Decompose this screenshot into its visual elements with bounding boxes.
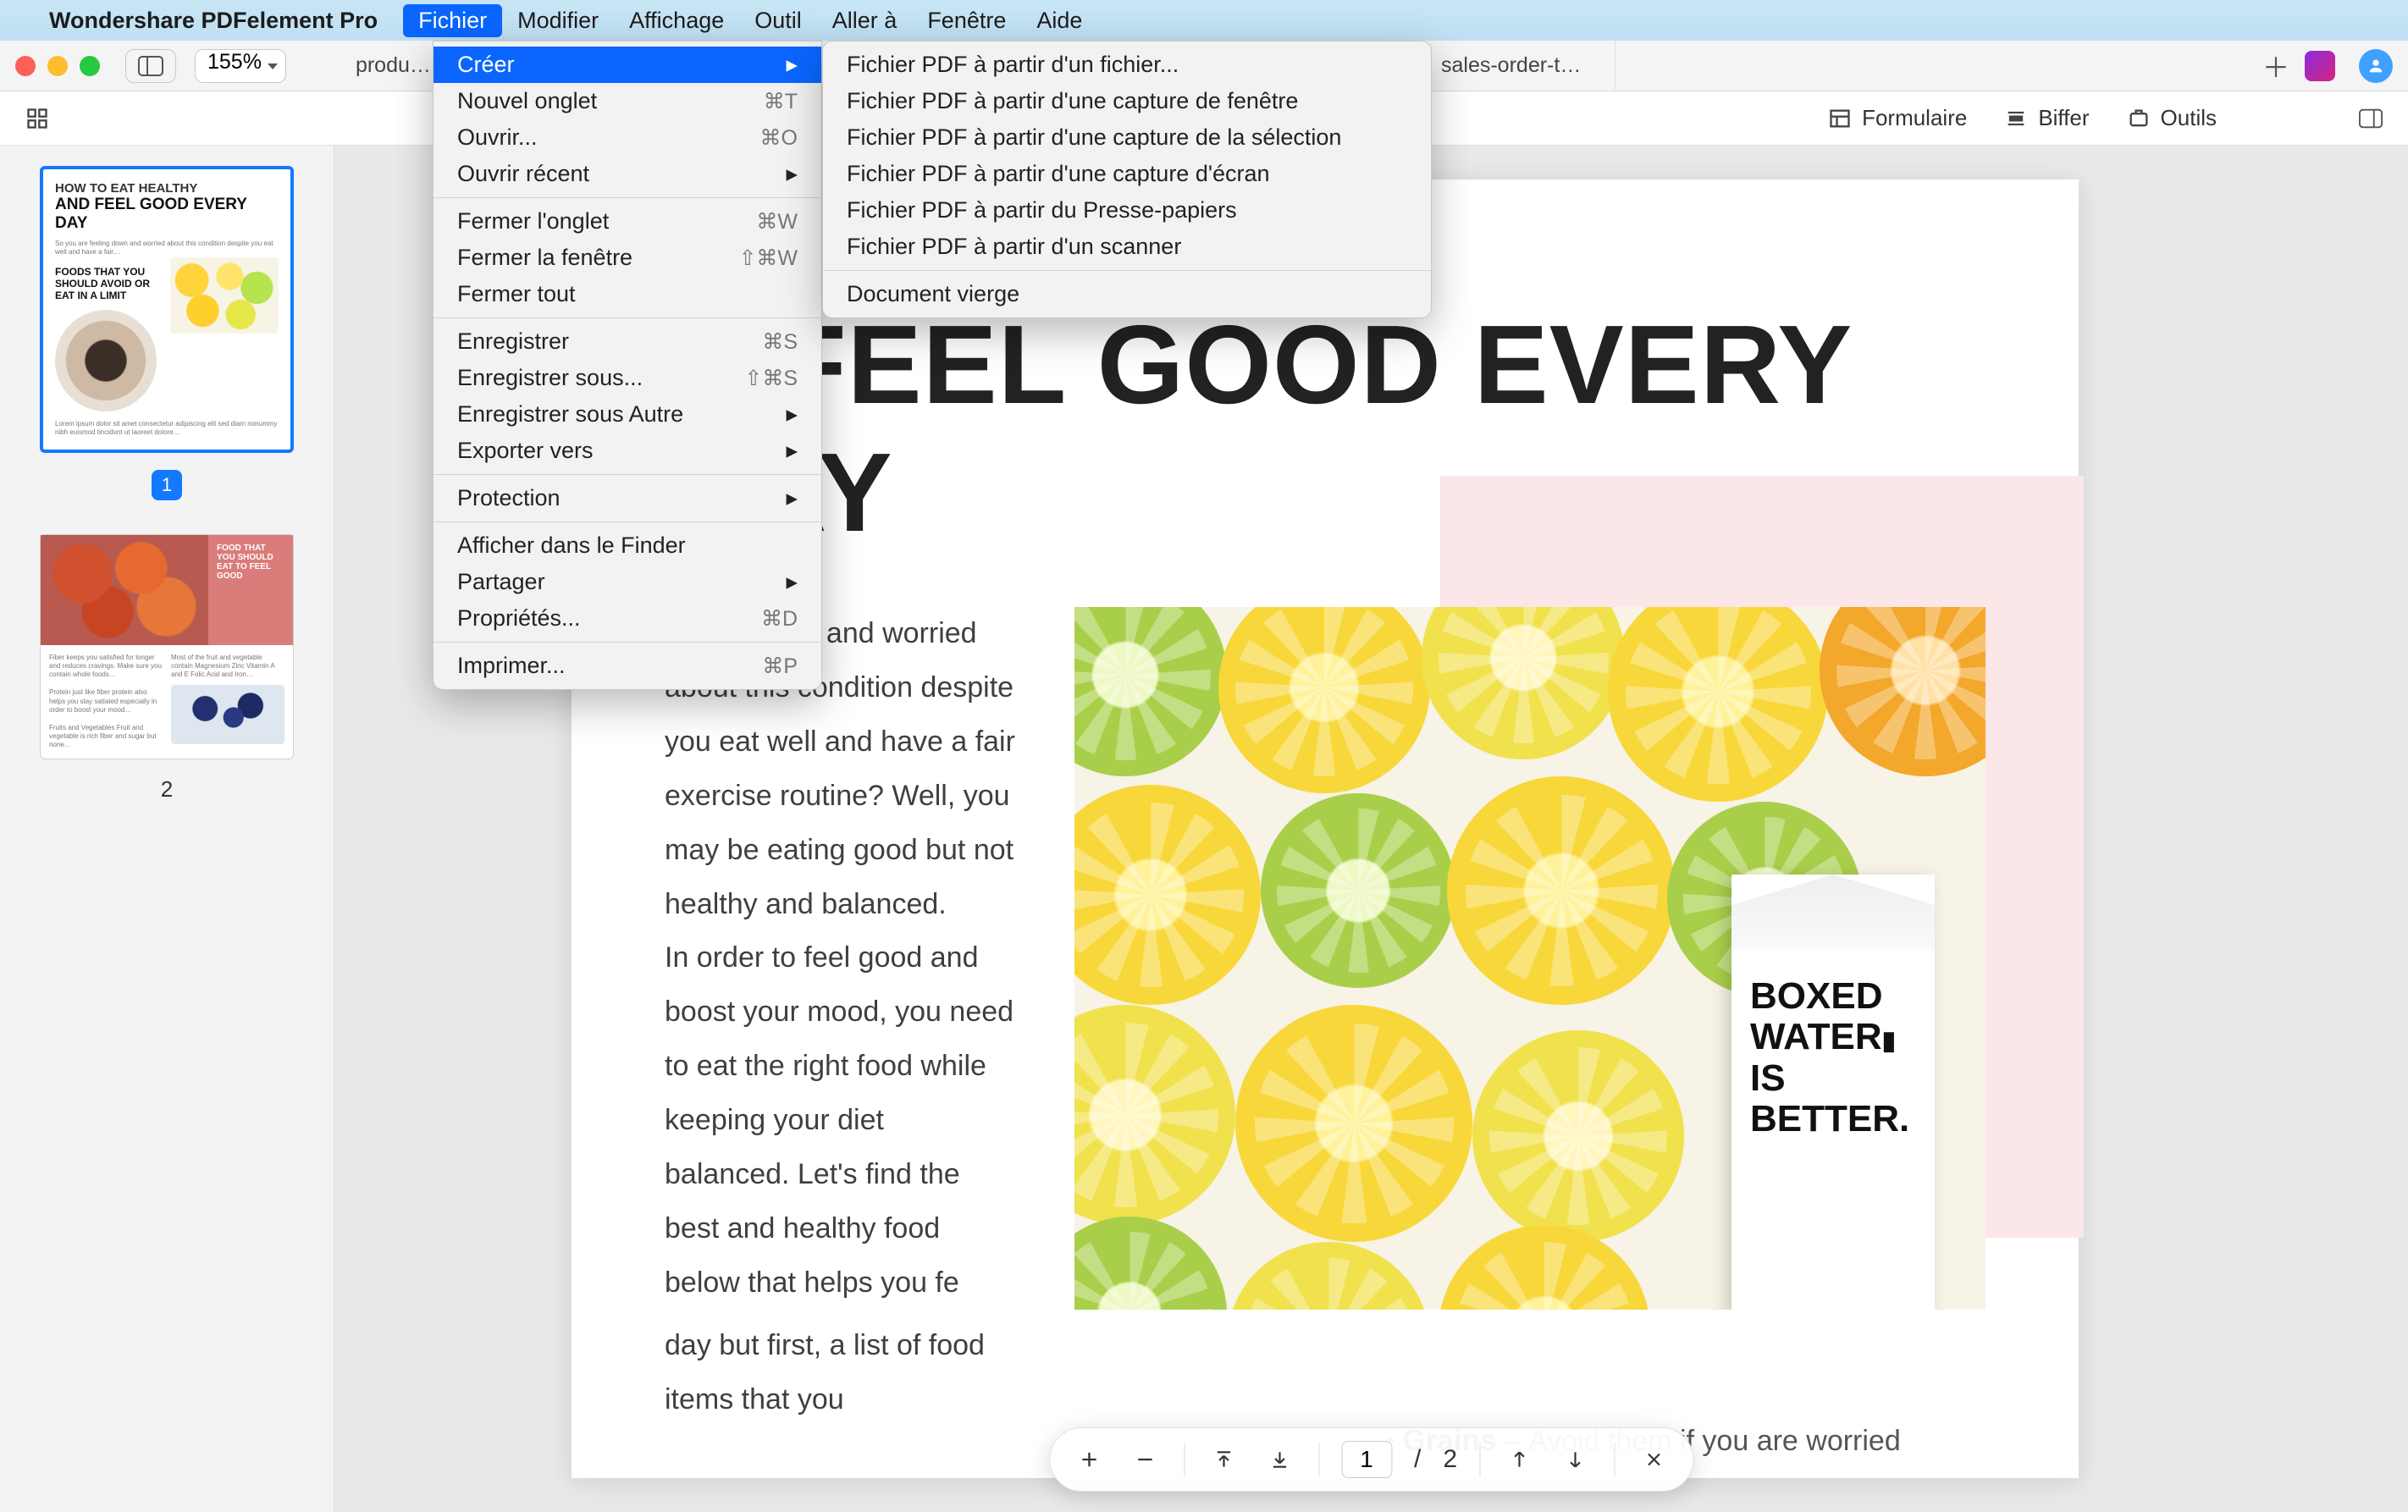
zoom-in-button[interactable] <box>1072 1443 1106 1476</box>
citrus-hero-image: BOXEDWATER▮ISBETTER. <box>1074 607 1985 1310</box>
dd-protection[interactable]: Protection▸ <box>434 480 821 516</box>
boxed-water-carton: BOXEDWATER▮ISBETTER. <box>1731 875 1935 1310</box>
fullscreen-window-icon[interactable] <box>80 56 100 76</box>
dd-fermer-tout[interactable]: Fermer tout <box>434 276 821 312</box>
zoom-out-button[interactable] <box>1128 1443 1162 1476</box>
sm-capture-window[interactable]: Fichier PDF à partir d'une capture de fe… <box>823 83 1431 119</box>
menu-modifier[interactable]: Modifier <box>502 4 614 37</box>
oranges-thumb-icon <box>41 535 208 645</box>
citrus-thumb-icon <box>170 257 279 334</box>
dd-enregistrer-sous[interactable]: Enregistrer sous...⇧⌘S <box>434 360 821 396</box>
coffee-image-icon <box>55 310 157 411</box>
dd-creer[interactable]: Créer▸ <box>434 47 821 83</box>
minimize-window-icon[interactable] <box>47 56 68 76</box>
zoom-value: 155% <box>195 49 286 83</box>
body-text: eeling down and worried about this condi… <box>665 607 1015 1427</box>
menu-fenetre[interactable]: Fenêtre <box>912 4 1021 37</box>
fichier-dropdown: Créer▸ Nouvel onglet⌘T Ouvrir...⌘O Ouvri… <box>433 41 822 690</box>
dd-proprietes[interactable]: Propriétés...⌘D <box>434 600 821 637</box>
scroll-bottom-button[interactable] <box>1262 1443 1296 1476</box>
thumb1-title2: AND FEEL GOOD EVERY DAY <box>55 196 279 233</box>
dd-enregistrer[interactable]: Enregistrer⌘S <box>434 323 821 360</box>
menu-aller-a[interactable]: Aller à <box>817 4 913 37</box>
thumb2-label: FOOD THAT YOU SHOULD EAT TO FEEL GOOD <box>208 535 293 645</box>
chevron-right-icon: ▸ <box>786 569 798 595</box>
doc-tab-6[interactable]: sales-order-t… <box>1407 41 1615 91</box>
next-page-button[interactable] <box>1558 1443 1592 1476</box>
page-thumbnail-2[interactable]: FOOD THAT YOU SHOULD EAT TO FEEL GOOD Fi… <box>40 534 294 759</box>
dd-partager[interactable]: Partager▸ <box>434 564 821 600</box>
page-badge-1: 1 <box>152 470 182 500</box>
dd-fermer-fenetre[interactable]: Fermer la fenêtre⇧⌘W <box>434 240 821 276</box>
close-window-icon[interactable] <box>15 56 36 76</box>
prev-page-button[interactable] <box>1502 1443 1536 1476</box>
page-total: 2 <box>1443 1445 1457 1474</box>
sm-from-file[interactable]: Fichier PDF à partir d'un fichier... <box>823 47 1431 83</box>
carton-text: BOXEDWATER▮ISBETTER. <box>1731 951 1935 1166</box>
tool-biffer-label: Biffer <box>2038 105 2089 131</box>
chevron-right-icon: ▸ <box>786 161 798 187</box>
tool-formulaire[interactable]: Formulaire <box>1828 105 1967 131</box>
menu-outil[interactable]: Outil <box>739 4 817 37</box>
sidebar-toggle-button[interactable] <box>125 49 176 83</box>
tool-biffer[interactable]: Biffer <box>2004 105 2089 131</box>
tool-thumbnails[interactable] <box>25 107 49 130</box>
creer-submenu: Fichier PDF à partir d'un fichier... Fic… <box>822 41 1432 318</box>
chevron-right-icon: ▸ <box>786 401 798 428</box>
chevron-right-icon: ▸ <box>786 485 798 511</box>
thumbnail-sidebar: HOW TO EAT HEALTHY AND FEEL GOOD EVERY D… <box>0 146 334 1512</box>
menu-affichage[interactable]: Affichage <box>614 4 739 37</box>
tool-outils-label: Outils <box>2161 105 2217 131</box>
chevron-right-icon: ▸ <box>786 438 798 464</box>
dd-imprimer[interactable]: Imprimer...⌘P <box>434 648 821 684</box>
menu-aide[interactable]: Aide <box>1021 4 1097 37</box>
app-name[interactable]: Wondershare PDFelement Pro <box>49 8 378 34</box>
dd-exporter[interactable]: Exporter vers▸ <box>434 433 821 469</box>
dd-enregistrer-autre[interactable]: Enregistrer sous Autre▸ <box>434 396 821 433</box>
page-label-2: 2 <box>20 776 313 803</box>
macos-menubar: Wondershare PDFelement Pro Fichier Modif… <box>0 0 2408 41</box>
page-slash: / <box>1414 1445 1421 1474</box>
tool-outils[interactable]: Outils <box>2127 105 2217 131</box>
tool-formulaire-label: Formulaire <box>1862 105 1967 131</box>
page-thumbnail-1[interactable]: HOW TO EAT HEALTHY AND FEEL GOOD EVERY D… <box>40 166 294 453</box>
dd-afficher-finder[interactable]: Afficher dans le Finder <box>434 527 821 564</box>
sm-clipboard[interactable]: Fichier PDF à partir du Presse-papiers <box>823 192 1431 229</box>
dd-fermer-onglet[interactable]: Fermer l'onglet⌘W <box>434 203 821 240</box>
page-navigation-bar: / 2 <box>1049 1427 1693 1492</box>
sm-capture-selection[interactable]: Fichier PDF à partir d'une capture de la… <box>823 119 1431 156</box>
thumb1-title1: HOW TO EAT HEALTHY <box>55 181 279 196</box>
app-icon[interactable] <box>2305 51 2335 81</box>
page-number-input[interactable] <box>1341 1441 1392 1478</box>
zoom-select[interactable]: 155% <box>195 49 286 83</box>
chevron-right-icon: ▸ <box>786 52 798 78</box>
scroll-top-button[interactable] <box>1207 1443 1240 1476</box>
thumb1-sub: FOODS THAT YOU SHOULD AVOID OR EAT IN A … <box>55 266 163 301</box>
dd-nouvel-onglet[interactable]: Nouvel onglet⌘T <box>434 83 821 119</box>
close-floatbar-button[interactable] <box>1637 1443 1671 1476</box>
user-avatar-icon[interactable] <box>2359 49 2393 83</box>
window-controls <box>15 56 100 76</box>
sm-blank-document[interactable]: Document vierge <box>823 276 1431 312</box>
dd-ouvrir[interactable]: Ouvrir...⌘O <box>434 119 821 156</box>
berries-thumb-icon <box>171 685 284 744</box>
dd-ouvrir-recent[interactable]: Ouvrir récent▸ <box>434 156 821 192</box>
new-tab-button[interactable]: ＋ <box>2257 47 2295 85</box>
menu-fichier[interactable]: Fichier <box>403 4 502 37</box>
sm-scanner[interactable]: Fichier PDF à partir d'un scanner <box>823 229 1431 265</box>
tool-panel-toggle[interactable] <box>2359 107 2383 130</box>
sm-capture-screen[interactable]: Fichier PDF à partir d'une capture d'écr… <box>823 156 1431 192</box>
